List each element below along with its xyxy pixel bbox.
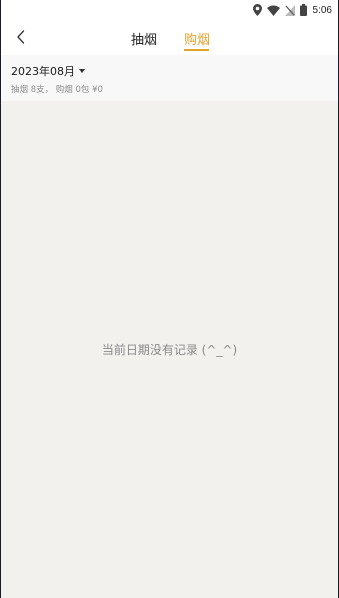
app-screen: 5:06 抽烟 购烟 2023年08月 抽烟 8支， 购烟 0包 ¥0 当前日期…: [1, 0, 338, 598]
month-label: 2023年08月: [11, 65, 75, 78]
status-bar: 5:06: [1, 0, 338, 20]
stats-text: 抽烟 8支， 购烟 0包 ¥0: [11, 85, 103, 95]
tab-smoking[interactable]: 抽烟: [131, 29, 157, 48]
month-selector[interactable]: 2023年08月: [11, 63, 85, 79]
active-tab-indicator: [184, 49, 209, 51]
empty-state-message: 当前日期没有记录 (^_^): [101, 343, 238, 357]
status-time: 5:06: [312, 4, 332, 16]
wifi-icon: [266, 1, 280, 20]
caret-down-icon: [79, 68, 85, 73]
status-icons: 5:06: [252, 1, 332, 20]
chevron-left-icon: [17, 30, 25, 44]
tab-purchase[interactable]: 购烟: [184, 29, 210, 48]
no-sim-icon: [284, 1, 295, 20]
month-summary: 2023年08月 抽烟 8支， 购烟 0包 ¥0: [1, 55, 338, 101]
back-button[interactable]: [10, 26, 32, 48]
battery-icon: [299, 1, 307, 20]
location-icon: [252, 1, 262, 20]
top-nav-bar: 抽烟 购烟: [1, 20, 338, 55]
